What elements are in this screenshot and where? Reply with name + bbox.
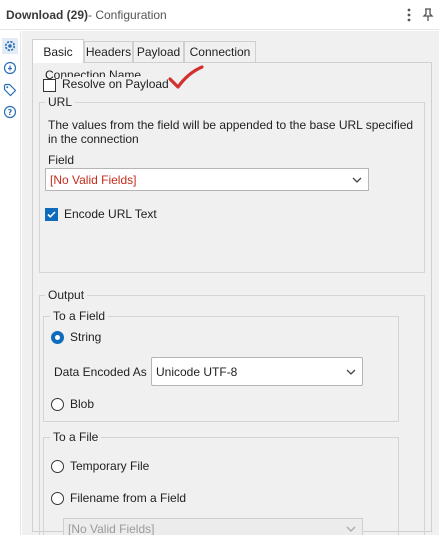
data-encoded-as-select[interactable]: Unicode UTF-8 bbox=[151, 357, 363, 386]
tab-connection[interactable]: Connection bbox=[184, 41, 256, 62]
check-icon bbox=[47, 211, 56, 218]
encode-url-text-checkbox[interactable] bbox=[45, 208, 58, 221]
temporary-file-radio[interactable] bbox=[51, 460, 64, 473]
chevron-down-icon bbox=[346, 526, 356, 532]
checkmark-annotation-icon bbox=[168, 65, 204, 89]
string-radio[interactable] bbox=[51, 331, 64, 344]
chevron-down-icon bbox=[346, 369, 356, 375]
tab-headers[interactable]: Headers bbox=[84, 41, 133, 62]
config-sidebar: ? bbox=[0, 31, 21, 535]
resolve-on-payload-checkbox[interactable] bbox=[43, 79, 56, 92]
output-group-label: Output bbox=[45, 288, 88, 302]
tag-icon[interactable] bbox=[2, 82, 18, 98]
url-group-label: URL bbox=[45, 95, 76, 109]
blob-label[interactable]: Blob bbox=[70, 397, 94, 411]
help-icon[interactable]: ? bbox=[2, 104, 18, 120]
window-subtitle: - Configuration bbox=[88, 8, 167, 22]
filename-field-select-value: [No Valid Fields] bbox=[68, 522, 155, 535]
to-a-field-label: To a Field bbox=[50, 309, 109, 323]
svg-text:?: ? bbox=[8, 108, 13, 117]
url-field-select[interactable]: [No Valid Fields] bbox=[45, 168, 369, 191]
to-a-file-label: To a File bbox=[50, 430, 102, 444]
filename-from-field-label[interactable]: Filename from a Field bbox=[70, 491, 186, 505]
string-label[interactable]: String bbox=[70, 330, 101, 344]
basic-tab-panel: Connection Name Resolve on Payload URL T… bbox=[32, 62, 432, 535]
temporary-file-label[interactable]: Temporary File bbox=[70, 459, 149, 473]
chevron-down-icon bbox=[352, 177, 362, 183]
tab-payload[interactable]: Payload bbox=[133, 41, 184, 62]
data-encoded-as-value: Unicode UTF-8 bbox=[156, 364, 238, 379]
window-title: Download (29) bbox=[6, 8, 89, 22]
settings-circle-icon[interactable] bbox=[2, 60, 18, 76]
resolve-on-payload-label[interactable]: Resolve on Payload bbox=[62, 77, 171, 91]
filename-from-field-radio[interactable] bbox=[51, 492, 64, 505]
config-main: Basic Headers Payload Connection Connect… bbox=[22, 31, 439, 535]
window-titlebar: Download (29) - Configuration bbox=[0, 0, 439, 30]
filename-field-select: [No Valid Fields] bbox=[63, 518, 363, 535]
url-description: The values from the field will be append… bbox=[48, 118, 414, 146]
encode-url-text-label[interactable]: Encode URL Text bbox=[64, 207, 157, 221]
tab-basic[interactable]: Basic bbox=[32, 39, 84, 63]
gear-icon[interactable] bbox=[2, 38, 18, 54]
more-vertical-icon[interactable] bbox=[400, 5, 418, 25]
blob-radio[interactable] bbox=[51, 398, 64, 411]
url-field-select-value: [No Valid Fields] bbox=[50, 172, 137, 187]
field-label: Field bbox=[48, 153, 75, 167]
pin-icon[interactable] bbox=[419, 5, 437, 25]
data-encoded-as-label: Data Encoded As bbox=[54, 365, 147, 379]
